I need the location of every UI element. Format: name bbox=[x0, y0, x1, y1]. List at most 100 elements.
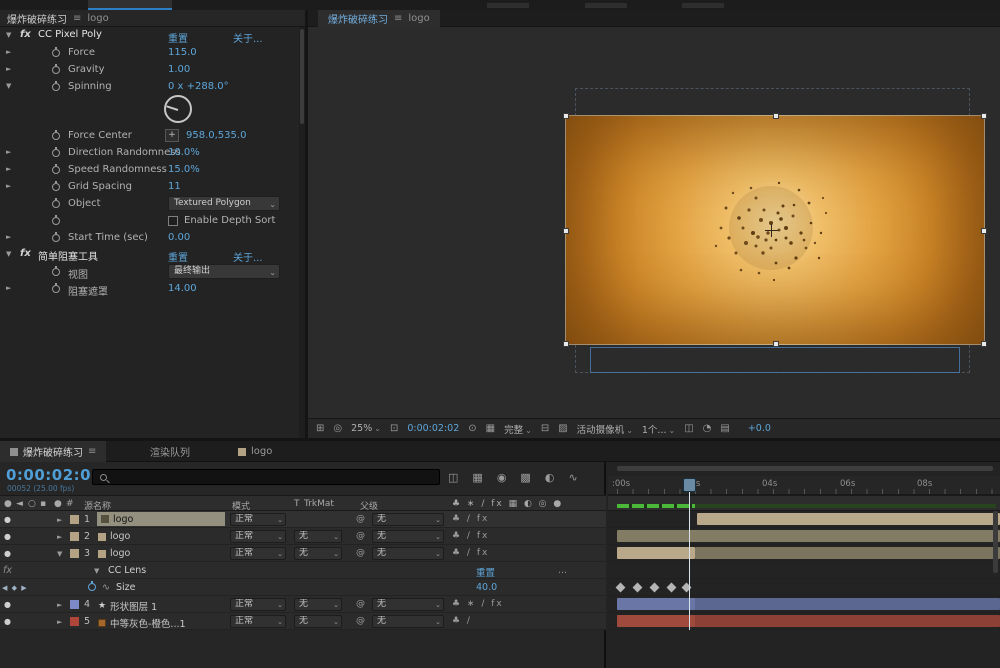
stopwatch-icon[interactable] bbox=[52, 285, 60, 293]
composition-tab[interactable]: 爆炸破碎练习 ≡ logo bbox=[318, 10, 440, 27]
visibility-eye-icon[interactable]: ● bbox=[4, 549, 11, 558]
twirl-icon[interactable]: ► bbox=[6, 165, 11, 173]
composition-viewer[interactable] bbox=[308, 27, 1000, 418]
tab-composition[interactable]: 爆炸破碎练习 ≡ bbox=[0, 441, 106, 462]
twirl-open-icon[interactable]: ▼ bbox=[6, 31, 11, 39]
layer-duration-bar-bright[interactable] bbox=[617, 598, 695, 610]
label-swatch[interactable] bbox=[70, 549, 79, 558]
pixel-aspect-icon[interactable]: ⊟ bbox=[541, 423, 549, 434]
twirl-icon[interactable]: ► bbox=[57, 618, 62, 626]
mask-visibility-icon[interactable]: ◎ bbox=[333, 423, 342, 434]
resolution-dropdown[interactable]: 完整⌄ bbox=[504, 422, 532, 436]
reset-link[interactable]: 重置 bbox=[168, 249, 188, 264]
snapshot-icon[interactable]: ⊙ bbox=[468, 423, 476, 434]
timeline-track-area[interactable]: :00s 02s 04s 06s 08s bbox=[608, 462, 1000, 668]
trkmat-dropdown[interactable]: 无⌄ bbox=[294, 547, 342, 560]
param-value[interactable]: 958.0,535.0 bbox=[186, 130, 246, 141]
twirl-open-icon[interactable]: ▼ bbox=[57, 550, 62, 558]
param-value[interactable]: 1.00 bbox=[168, 64, 190, 75]
layer-name-selected[interactable]: logo bbox=[97, 512, 225, 526]
tab-render-queue[interactable]: 渲染队列 bbox=[140, 441, 200, 462]
trkmat-dropdown[interactable]: 无⌄ bbox=[294, 598, 342, 611]
graph-editor-icon[interactable]: ∿ bbox=[568, 471, 577, 484]
work-area-bar[interactable] bbox=[617, 466, 993, 471]
view-dropdown[interactable]: 最终输出 ⌄ bbox=[168, 264, 280, 279]
layer-name[interactable]: logo bbox=[98, 548, 130, 559]
layer-row-4[interactable]: ● ► 4 ★ 形状图层 1 正常⌄ 无⌄ @ 无⌄ ♣ ∗ / fx bbox=[0, 596, 606, 613]
effect-row-cc-lens[interactable]: fx ▼ CC Lens 重置 ... bbox=[0, 562, 606, 579]
twirl-icon[interactable]: ► bbox=[57, 533, 62, 541]
stopwatch-icon[interactable] bbox=[52, 200, 60, 208]
param-value[interactable]: 0 x +288.0° bbox=[168, 81, 229, 92]
effect-name[interactable]: CC Pixel Poly bbox=[38, 29, 102, 40]
pickwhip-icon[interactable]: @ bbox=[356, 599, 365, 609]
rotation-dial[interactable] bbox=[164, 95, 192, 123]
preview-timecode[interactable]: 0:00:02:02 bbox=[407, 423, 459, 434]
camera-view-dropdown[interactable]: 活动摄像机⌄ bbox=[577, 422, 633, 436]
layer-duration-bar-bright[interactable] bbox=[617, 615, 695, 627]
view-layout-dropdown[interactable]: 1个...⌄ bbox=[642, 422, 675, 436]
property-name[interactable]: Size bbox=[116, 582, 136, 593]
layer-switches[interactable]: ♣ / bbox=[452, 616, 472, 626]
scrollbar[interactable] bbox=[299, 27, 305, 438]
track-scrollbar[interactable] bbox=[993, 511, 998, 573]
flowchart-icon[interactable]: ◫ bbox=[684, 423, 693, 434]
mini-flowchart-icon[interactable]: ◫ bbox=[448, 471, 458, 484]
effect-header-row[interactable]: ▼ fx 简单阻塞工具 重置 关于... bbox=[0, 246, 298, 263]
effect-header-row[interactable]: ▼ fx CC Pixel Poly 重置 关于... bbox=[0, 27, 298, 44]
current-timecode[interactable]: 0:00:02:02 bbox=[6, 466, 102, 484]
layer-name[interactable]: logo bbox=[98, 531, 130, 542]
panel-menu-icon[interactable]: ≡ bbox=[394, 13, 402, 24]
layer-row-1[interactable]: ● ► 1 logo 正常⌄ @ 无⌄ ♣ / fx bbox=[0, 511, 606, 528]
stopwatch-icon[interactable] bbox=[88, 583, 96, 591]
keyframe-navigator[interactable]: ◀ ◆ ▶ bbox=[2, 584, 28, 592]
twirl-icon[interactable]: ► bbox=[6, 148, 11, 156]
blend-mode-dropdown[interactable]: 正常⌄ bbox=[230, 598, 286, 611]
search-input[interactable] bbox=[113, 471, 433, 483]
layer-switches[interactable]: ♣ / fx bbox=[452, 531, 489, 541]
stopwatch-icon[interactable] bbox=[52, 234, 60, 242]
fast-preview-icon[interactable]: ◔ bbox=[703, 423, 712, 434]
twirl-icon[interactable]: ► bbox=[57, 601, 62, 609]
effect-name[interactable]: CC Lens bbox=[108, 565, 146, 576]
stopwatch-icon[interactable] bbox=[52, 166, 60, 174]
reset-link[interactable]: 重置 bbox=[168, 30, 188, 45]
twirl-open-icon[interactable]: ▼ bbox=[6, 250, 11, 258]
label-swatch[interactable] bbox=[70, 600, 79, 609]
twirl-open-icon[interactable]: ▼ bbox=[94, 567, 99, 575]
about-link[interactable]: 关于... bbox=[233, 30, 263, 45]
layer-track-5[interactable] bbox=[608, 613, 1000, 630]
show-channel-icon[interactable]: ▦ bbox=[486, 423, 495, 434]
blend-mode-dropdown[interactable]: 正常⌄ bbox=[230, 615, 286, 628]
visibility-eye-icon[interactable]: ● bbox=[4, 532, 11, 541]
selection-handle[interactable] bbox=[563, 341, 569, 347]
layer-name[interactable]: ★ 形状图层 1 bbox=[98, 599, 157, 613]
panel-menu-icon[interactable]: ≡ bbox=[88, 446, 96, 457]
reset-link[interactable]: 重置 bbox=[476, 565, 495, 579]
param-value[interactable]: 115.0 bbox=[168, 47, 197, 58]
keyframe[interactable] bbox=[667, 583, 677, 593]
layer-track-2[interactable] bbox=[608, 528, 1000, 545]
layer-duration-bar[interactable] bbox=[617, 530, 1000, 542]
label-swatch[interactable] bbox=[70, 532, 79, 541]
selection-handle[interactable] bbox=[563, 228, 569, 234]
twirl-icon[interactable]: ► bbox=[6, 65, 11, 73]
selection-handle[interactable] bbox=[563, 113, 569, 119]
param-value[interactable]: 10.0% bbox=[168, 147, 200, 158]
effect-name[interactable]: 简单阻塞工具 bbox=[38, 248, 98, 263]
visibility-eye-icon[interactable]: ● bbox=[4, 600, 11, 609]
layer-row-3[interactable]: ● ▼ 3 logo 正常⌄ 无⌄ @ 无⌄ ♣ / fx bbox=[0, 545, 606, 562]
stopwatch-icon[interactable] bbox=[52, 268, 60, 276]
trkmat-dropdown[interactable]: 无⌄ bbox=[294, 530, 342, 543]
effect-controls-tab[interactable]: 爆炸破碎练习 ≡ logo bbox=[0, 10, 305, 27]
layer-switches[interactable]: ♣ / fx bbox=[452, 548, 489, 558]
stopwatch-icon[interactable] bbox=[52, 149, 60, 157]
motion-blur-icon[interactable]: ◐ bbox=[545, 471, 555, 484]
layer-row-5[interactable]: ● ► 5 中等灰色-橙色...1 正常⌄ 无⌄ @ 无⌄ ♣ / bbox=[0, 613, 606, 630]
about-link[interactable]: 关于... bbox=[233, 249, 263, 264]
param-value[interactable]: 11 bbox=[168, 181, 181, 192]
tab-logo[interactable]: logo bbox=[228, 441, 282, 462]
stopwatch-icon[interactable] bbox=[52, 217, 60, 225]
time-ruler[interactable]: :00s 02s 04s 06s 08s bbox=[608, 476, 1000, 495]
layer-row-2[interactable]: ● ► 2 logo 正常⌄ 无⌄ @ 无⌄ ♣ / fx bbox=[0, 528, 606, 545]
